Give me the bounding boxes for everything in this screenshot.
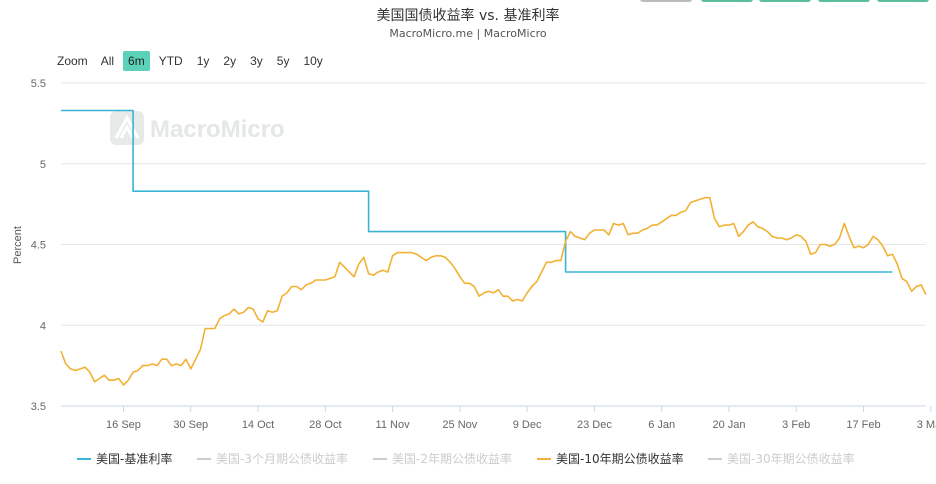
x-tick-label: 14 Oct (242, 419, 274, 431)
legend-swatch (373, 457, 387, 460)
x-tick-label: 17 Feb (846, 419, 880, 431)
x-tick-label: 20 Jan (712, 419, 745, 431)
x-tick-label: 25 Nov (442, 419, 477, 431)
x-tick-label: 28 Oct (309, 419, 341, 431)
series-group (60, 109, 927, 386)
x-tick-label: 30 Sep (173, 419, 208, 431)
legend-label: 美国-3个月期公债收益率 (216, 452, 348, 466)
x-tick-label: 3 Mar (917, 419, 936, 431)
x-tick-label: 9 Dec (513, 419, 542, 431)
legend-item-10y-yield[interactable]: 美国-10年期公债收益率 (537, 450, 684, 467)
legend-item-3m-yield[interactable]: 美国-3个月期公债收益率 (197, 450, 348, 467)
legend-swatch (77, 457, 91, 460)
legend-swatch (537, 457, 551, 460)
legend-label: 美国-10年期公债收益率 (556, 452, 684, 466)
y-tick-label: 3.5 (31, 401, 46, 413)
x-tick-label: 6 Jan (648, 419, 675, 431)
legend-label: 美国-30年期公债收益率 (727, 452, 855, 466)
series-line-3[interactable] (60, 196, 927, 386)
y-tick-label: 4.5 (31, 240, 46, 252)
x-tick-label: 11 Nov (376, 419, 411, 431)
legend-item-fed-rate[interactable]: 美国-基准利率 (77, 450, 172, 467)
y-tick-label: 5.5 (31, 78, 46, 90)
x-tick-label: 3 Feb (782, 419, 810, 431)
y-tick-label: 5 (40, 159, 46, 171)
legend: 美国-基准利率 美国-3个月期公债收益率 美国-2年期公债收益率 美国-10年期… (0, 450, 936, 468)
y-axis-label: Percent (12, 226, 24, 264)
y-tick-label: 4 (40, 320, 46, 332)
legend-item-2y-yield[interactable]: 美国-2年期公债收益率 (373, 450, 512, 467)
x-tick-label: 16 Sep (106, 419, 141, 431)
watermark: MacroMicro (110, 111, 285, 145)
line-chart: MacroMicro 3.5 4 4.5 5 5.5 16 Sep 30 Sep 14 Oct… (12, 78, 936, 431)
legend-swatch (197, 457, 211, 460)
legend-label: 美国-基准利率 (96, 452, 173, 466)
legend-item-30y-yield[interactable]: 美国-30年期公债收益率 (708, 450, 855, 467)
watermark-text: MacroMicro (150, 116, 285, 143)
legend-swatch (708, 457, 722, 460)
macromicro-logo-icon (110, 111, 144, 145)
legend-label: 美国-2年期公债收益率 (392, 452, 512, 466)
x-tick-label: 23 Dec (577, 419, 612, 431)
